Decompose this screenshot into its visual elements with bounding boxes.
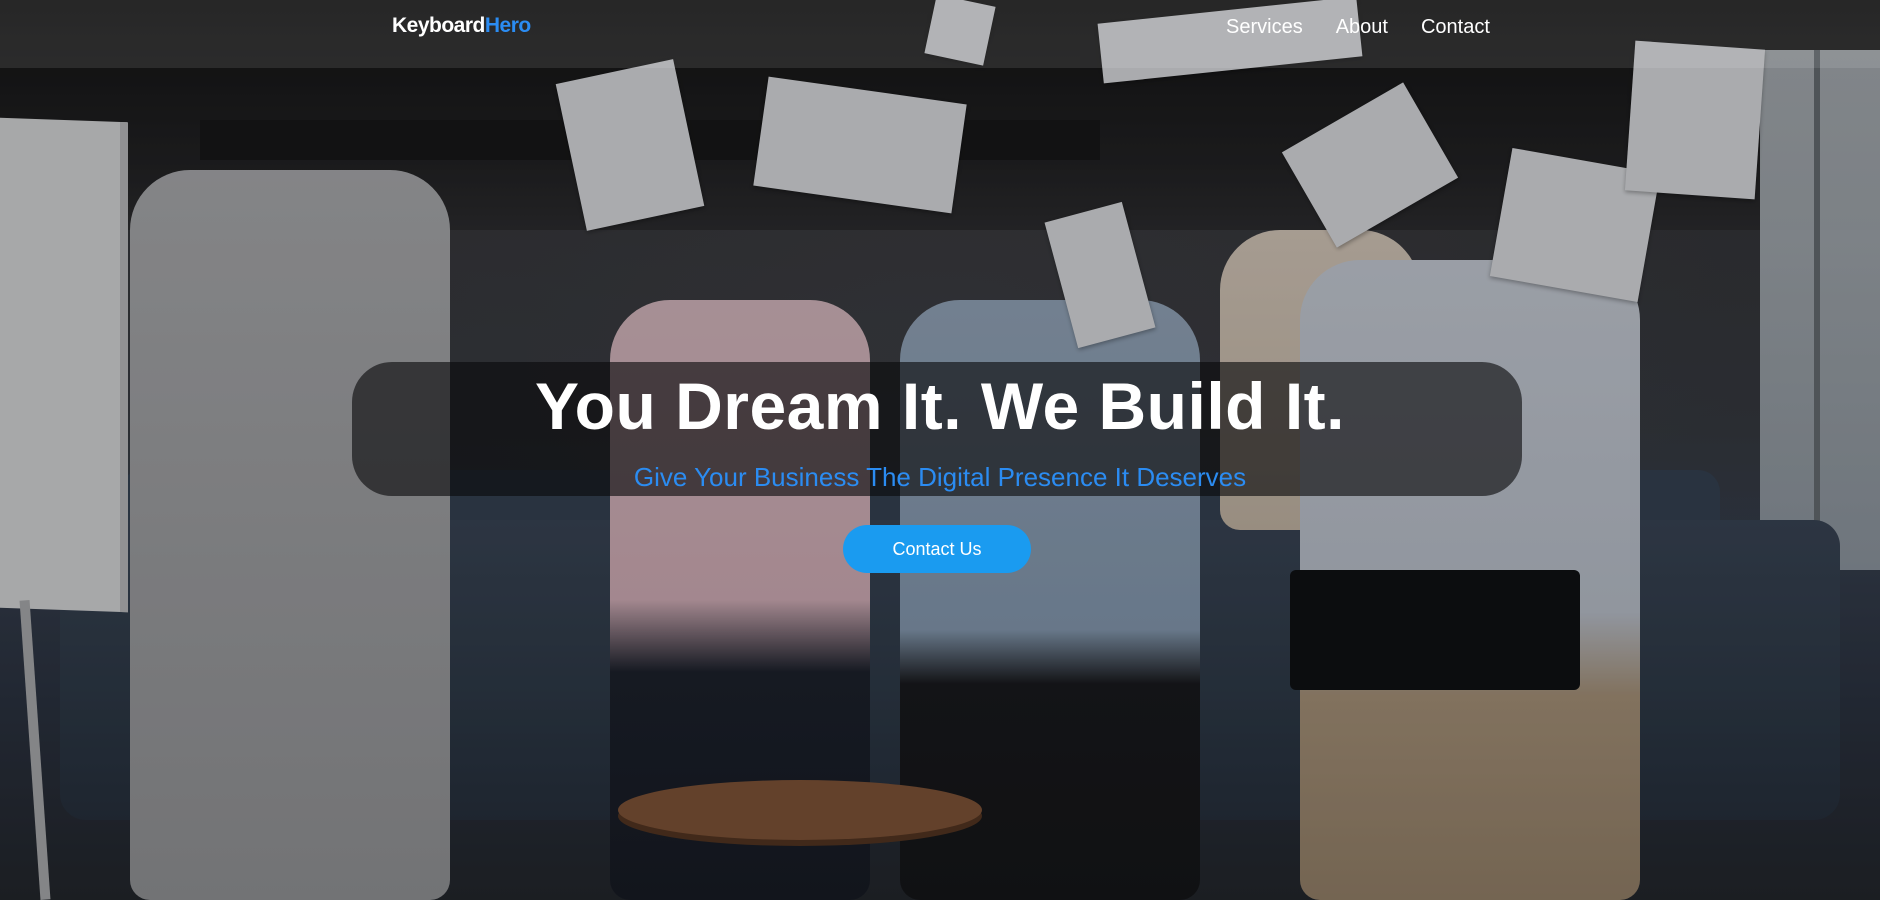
main-nav: Services About Contact xyxy=(1226,14,1490,40)
hero-section: KeyboardHero Services About Contact You … xyxy=(0,0,1880,900)
paper xyxy=(753,76,967,214)
flipchart xyxy=(0,117,128,613)
hero-subheadline: Give Your Business The Digital Presence … xyxy=(633,462,1247,492)
ceiling-duct xyxy=(200,120,1100,160)
nav-link-contact[interactable]: Contact xyxy=(1421,14,1490,40)
nav-link-about[interactable]: About xyxy=(1336,14,1388,40)
logo-accent-text: Hero xyxy=(484,14,531,37)
paper xyxy=(1281,82,1459,248)
logo-primary-text: Keyboard xyxy=(392,14,485,37)
laptop xyxy=(1290,570,1580,690)
flipchart-leg xyxy=(19,600,51,900)
brand-logo[interactable]: KeyboardHero xyxy=(392,14,531,38)
paper xyxy=(555,59,705,231)
paper xyxy=(1489,147,1661,303)
person-left xyxy=(130,170,450,900)
coffee-table xyxy=(618,780,982,840)
contact-us-button[interactable]: Contact Us xyxy=(843,525,1031,573)
paper xyxy=(1044,201,1156,349)
person-right xyxy=(1300,260,1640,900)
hero-headline: You Dream It. We Build It. xyxy=(535,369,1345,443)
nav-link-services[interactable]: Services xyxy=(1226,14,1303,40)
top-navbar: KeyboardHero Services About Contact xyxy=(0,0,1880,68)
